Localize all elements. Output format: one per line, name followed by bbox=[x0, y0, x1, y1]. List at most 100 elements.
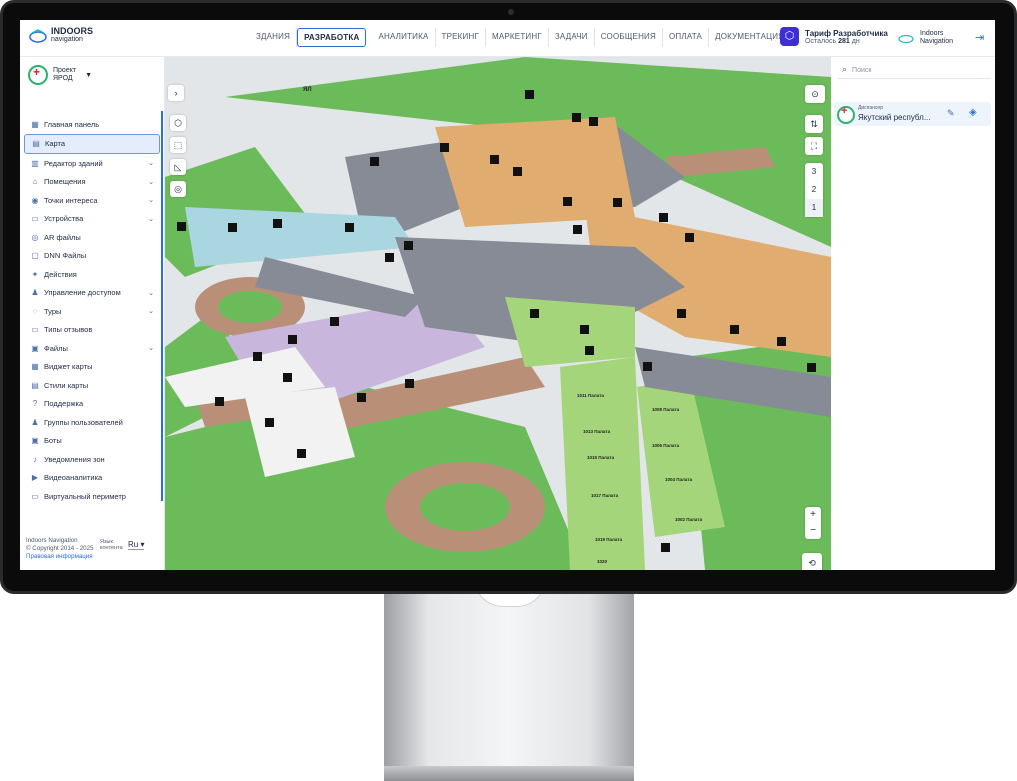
zoom-out-button[interactable]: − bbox=[805, 523, 821, 539]
compass-icon[interactable]: ⟲ bbox=[802, 553, 822, 570]
sidebar-item[interactable]: ♪ Уведомления зон bbox=[24, 450, 160, 469]
footer-legal-link[interactable]: Правовая информация bbox=[26, 553, 93, 560]
poi-marker[interactable] bbox=[297, 449, 306, 458]
poi-marker[interactable] bbox=[228, 223, 237, 232]
sidebar-item[interactable]: ▶ Видеоаналитика bbox=[24, 469, 160, 488]
poi-marker[interactable] bbox=[525, 90, 534, 99]
chevron-down-icon[interactable]: ⌄ bbox=[148, 344, 154, 352]
sidebar-item[interactable]: ▣ Боты bbox=[24, 432, 160, 451]
polygon-tool-icon[interactable]: ⬡ bbox=[170, 115, 186, 131]
nav-marketing[interactable]: МАРКЕТИНГ bbox=[486, 28, 549, 47]
poi-marker[interactable] bbox=[357, 393, 366, 402]
floor-button-active[interactable]: 1 bbox=[805, 199, 823, 217]
sidebar-item[interactable]: ▣ Файлы ⌄ bbox=[24, 339, 160, 358]
search-result-item[interactable]: Диспансер Якутский республ... ✎ ◈ bbox=[834, 102, 991, 126]
sidebar-item[interactable]: ▤ Стили карты bbox=[24, 376, 160, 395]
sidebar-item[interactable]: ✦ Действия bbox=[24, 265, 160, 284]
poi-marker[interactable] bbox=[405, 379, 414, 388]
nav-buildings[interactable]: ЗДАНИЯ bbox=[250, 28, 298, 47]
poi-marker[interactable] bbox=[659, 213, 668, 222]
nav-development[interactable]: РАЗРАБОТКА bbox=[297, 28, 367, 47]
poi-marker[interactable] bbox=[513, 167, 522, 176]
sidebar-item[interactable]: ◎ AR файлы bbox=[24, 228, 160, 247]
poi-marker[interactable] bbox=[273, 219, 282, 228]
nav-tracking[interactable]: ТРЕКИНГ bbox=[436, 28, 486, 47]
sidebar-item[interactable]: ▦ Главная панель bbox=[24, 115, 160, 134]
company-info[interactable]: Indoors Navigation bbox=[898, 30, 953, 46]
sidebar-item[interactable]: ? Поддержка bbox=[24, 395, 160, 414]
chevron-down-icon[interactable]: ⌄ bbox=[148, 178, 154, 186]
ruler-icon[interactable]: ◺ bbox=[170, 159, 186, 175]
poi-marker[interactable] bbox=[730, 325, 739, 334]
poi-marker[interactable] bbox=[177, 222, 186, 231]
language-select[interactable]: Ru ▾ bbox=[128, 540, 145, 550]
poi-marker[interactable] bbox=[283, 373, 292, 382]
expand-sidebar-button[interactable]: › bbox=[168, 85, 184, 101]
poi-marker[interactable] bbox=[677, 309, 686, 318]
poi-marker[interactable] bbox=[215, 397, 224, 406]
floor-button[interactable]: 2 bbox=[805, 181, 823, 199]
sidebar-item[interactable]: ▤ Карта bbox=[24, 133, 160, 154]
chevron-down-icon[interactable]: ⌄ bbox=[148, 215, 154, 223]
zoom-in-button[interactable]: + bbox=[805, 507, 821, 523]
nav-tasks[interactable]: ЗАДАЧИ bbox=[549, 28, 595, 47]
map-style-button[interactable]: ⊙ bbox=[805, 85, 825, 103]
poi-marker[interactable] bbox=[385, 253, 394, 262]
poi-marker[interactable] bbox=[563, 197, 572, 206]
poi-marker[interactable] bbox=[265, 418, 274, 427]
poi-marker[interactable] bbox=[807, 363, 816, 372]
app-logo[interactable]: INDOORS navigation bbox=[29, 27, 93, 44]
poi-marker[interactable] bbox=[253, 352, 262, 361]
fullscreen-icon[interactable]: ⛶ bbox=[805, 137, 823, 155]
sidebar-scrollbar[interactable] bbox=[161, 111, 163, 501]
layers-icon[interactable]: ◈ bbox=[969, 107, 977, 118]
poi-marker[interactable] bbox=[643, 362, 652, 371]
locate-icon[interactable]: ◎ bbox=[170, 181, 186, 197]
poi-marker[interactable] bbox=[490, 155, 499, 164]
chevron-down-icon[interactable]: ⌄ bbox=[148, 307, 154, 315]
poi-marker[interactable] bbox=[530, 309, 539, 318]
sidebar-item[interactable]: ◌ Туры ⌄ bbox=[24, 302, 160, 321]
poi-marker[interactable] bbox=[370, 157, 379, 166]
chevron-down-icon[interactable]: ⌄ bbox=[148, 289, 154, 297]
sidebar-item[interactable]: ♟ Группы пользователей bbox=[24, 413, 160, 432]
sidebar-item[interactable]: ⌂ Помещения ⌄ bbox=[24, 173, 160, 192]
floor-button[interactable]: 3 bbox=[805, 163, 823, 181]
sidebar-item[interactable]: ▢ DNN Файлы bbox=[24, 247, 160, 266]
poi-marker[interactable] bbox=[585, 346, 594, 355]
sidebar-item[interactable]: ▥ Редактор зданий ⌄ bbox=[24, 154, 160, 173]
nav-messages[interactable]: СООБЩЕНИЯ bbox=[595, 28, 663, 47]
poi-marker[interactable] bbox=[330, 317, 339, 326]
poi-marker[interactable] bbox=[580, 325, 589, 334]
poi-marker[interactable] bbox=[288, 335, 297, 344]
map-canvas[interactable] bbox=[165, 57, 831, 570]
sidebar-item[interactable]: ▭ Виртуальный периметр bbox=[24, 487, 160, 506]
poi-marker[interactable] bbox=[589, 117, 598, 126]
chevron-down-icon[interactable]: ⌄ bbox=[148, 159, 154, 167]
swap-icon[interactable]: ⇅ bbox=[805, 115, 823, 133]
tariff-info[interactable]: ⬡ Тариф Разработчика Осталось 281 дн bbox=[780, 27, 888, 46]
project-selector[interactable]: Проект ЯРОД ▼ bbox=[28, 65, 92, 85]
map-view[interactable]: ЯЛ 1008 Палата 1011 Палата 1006 Палата 1… bbox=[165, 57, 831, 570]
chevron-down-icon[interactable]: ⌄ bbox=[148, 196, 154, 204]
sidebar-item[interactable]: ♟ Управление доступом ⌄ bbox=[24, 284, 160, 303]
poi-marker[interactable] bbox=[404, 241, 413, 250]
logout-icon[interactable]: ⇥ bbox=[975, 31, 984, 44]
poi-marker[interactable] bbox=[573, 225, 582, 234]
nav-analytics[interactable]: АНАЛИТИКА bbox=[372, 28, 436, 47]
poi-marker[interactable] bbox=[345, 223, 354, 232]
nav-documentation[interactable]: ДОКУМЕНТАЦИЯ bbox=[709, 28, 790, 47]
edit-icon[interactable]: ✎ bbox=[947, 108, 955, 119]
nav-payment[interactable]: ОПЛАТА bbox=[663, 28, 710, 47]
sidebar-item[interactable]: ▭ Типы отзывов bbox=[24, 321, 160, 340]
sidebar-item[interactable]: ◉ Точки интереса ⌄ bbox=[24, 191, 160, 210]
poi-marker[interactable] bbox=[613, 198, 622, 207]
select-area-icon[interactable]: ⬚ bbox=[170, 137, 186, 153]
poi-marker[interactable] bbox=[661, 543, 670, 552]
sidebar-item[interactable]: ▭ Устройства ⌄ bbox=[24, 210, 160, 229]
poi-marker[interactable] bbox=[777, 337, 786, 346]
poi-marker[interactable] bbox=[440, 143, 449, 152]
sidebar-item[interactable]: ▦ Виджет карты bbox=[24, 358, 160, 377]
search-input[interactable]: ⌕ Поиск bbox=[837, 61, 991, 79]
poi-marker[interactable] bbox=[685, 233, 694, 242]
